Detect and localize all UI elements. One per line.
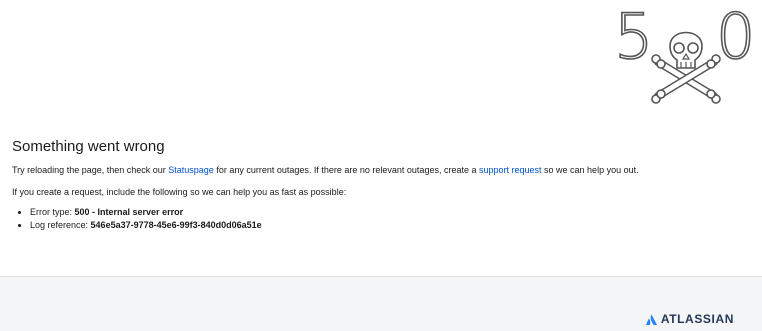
- support-request-link[interactable]: support request: [479, 165, 542, 175]
- error-500-illustration: 5 0: [612, 4, 760, 104]
- digit-five: 5: [614, 4, 653, 73]
- error-type-label: Error type:: [30, 207, 75, 217]
- error-heading: Something went wrong: [12, 138, 165, 155]
- request-instructions: If you create a request, include the fol…: [12, 187, 347, 197]
- statuspage-link[interactable]: Statuspage: [168, 165, 214, 175]
- error-page: 5 0 Something went wrong Try reloading t…: [0, 0, 762, 331]
- skull-icon: [669, 31, 703, 69]
- skull-crossbones-500-graphic: 5 0: [613, 4, 756, 104]
- log-reference-item: Log reference: 546e5a37-9778-45e6-99f3-8…: [30, 219, 752, 232]
- intro-text-middle: for any current outages. If there are no…: [213, 165, 479, 175]
- atlassian-logo-icon: [645, 314, 657, 325]
- error-type-value: 500 - Internal server error: [74, 207, 184, 217]
- intro-text-end: so we can help you out.: [541, 165, 639, 175]
- error-content: Something went wrong Try reloading the p…: [12, 138, 752, 232]
- error-type-item: Error type: 500 - Internal server error: [30, 206, 752, 219]
- error-details-list: Error type: 500 - Internal server error …: [12, 206, 752, 232]
- page-footer: ATLASSIAN: [0, 276, 762, 331]
- atlassian-wordmark: ATLASSIAN: [660, 312, 734, 326]
- log-reference-value: 546e5a37-9778-45e6-99f3-840d0d06a51e: [90, 220, 262, 230]
- error-intro: Try reloading the page, then check our S…: [12, 164, 752, 176]
- atlassian-brand[interactable]: ATLASSIAN: [645, 312, 734, 326]
- digit-zero: 0: [716, 4, 755, 73]
- log-reference-label: Log reference:: [30, 220, 91, 230]
- intro-text-start: Try reloading the page, then check our: [12, 165, 169, 175]
